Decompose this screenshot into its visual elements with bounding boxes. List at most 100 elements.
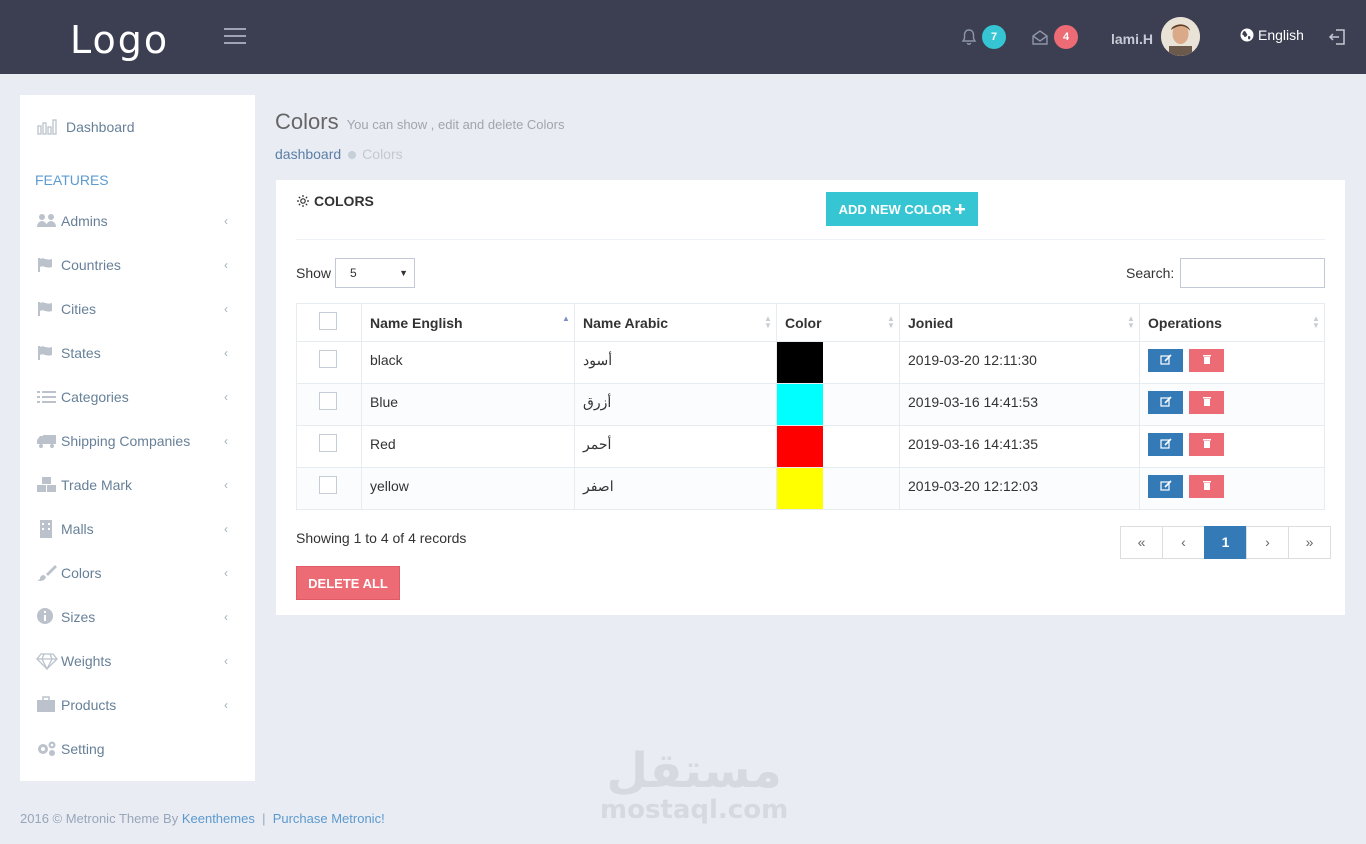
- color-swatch: [777, 342, 823, 383]
- logo[interactable]: Logo: [70, 18, 169, 62]
- edit-button[interactable]: [1148, 349, 1183, 372]
- cell-joined: 2019-03-20 12:11:30: [899, 341, 1140, 384]
- column-header-operations[interactable]: Operations ▲ ▼: [1139, 303, 1325, 342]
- cubes-icon: [37, 477, 56, 492]
- edit-button[interactable]: [1148, 433, 1183, 456]
- row-checkbox[interactable]: [319, 434, 337, 452]
- cell-color: [776, 425, 900, 468]
- first-page-button[interactable]: «: [1120, 526, 1163, 559]
- top-header: Logo 7 4 lami.H English: [0, 0, 1366, 74]
- sidebar-item-products[interactable]: Products ‹: [20, 685, 255, 725]
- sidebar-item-trade-mark[interactable]: Trade Mark ‹: [20, 465, 255, 505]
- users-icon: [37, 214, 56, 227]
- cell-color: [776, 341, 900, 384]
- sidebar-section-heading: FEATURES: [35, 172, 109, 188]
- last-page-button[interactable]: »: [1288, 526, 1331, 559]
- sidebar-item-label: Cities: [61, 301, 97, 317]
- column-header-name-arabic[interactable]: Name Arabic ▲ ▼: [574, 303, 777, 342]
- sidebar-item-dashboard[interactable]: Dashboard: [20, 107, 255, 147]
- avatar[interactable]: [1161, 17, 1200, 56]
- cell-joined: 2019-03-20 12:12:03: [899, 467, 1140, 510]
- sidebar-item-label: Malls: [61, 521, 94, 537]
- sort-icon: ▲ ▼: [764, 314, 772, 330]
- logout-icon[interactable]: [1327, 27, 1347, 47]
- search-label: Search:: [1126, 265, 1175, 281]
- user-name[interactable]: lami.H: [1111, 31, 1153, 47]
- sidebar-item-shipping-companies[interactable]: Shipping Companies ‹: [20, 421, 255, 461]
- row-checkbox[interactable]: [319, 392, 337, 410]
- chevron-left-icon: ‹: [224, 434, 228, 448]
- chevron-left-icon: ‹: [224, 302, 228, 316]
- footer-purchase-link[interactable]: Purchase Metronic!: [273, 811, 385, 826]
- watermark-latin: mostaql.com: [600, 795, 789, 825]
- sidebar-item-setting[interactable]: Setting: [20, 729, 255, 769]
- sidebar-item-admins[interactable]: Admins ‹: [20, 201, 255, 241]
- prev-page-button[interactable]: ‹: [1162, 526, 1205, 559]
- page-button-current[interactable]: 1: [1204, 526, 1247, 559]
- column-header-name-english[interactable]: Name English ▲: [361, 303, 575, 342]
- menu-toggle-icon[interactable]: [224, 28, 246, 44]
- chevron-left-icon: ‹: [224, 566, 228, 580]
- column-header-color[interactable]: Color ▲ ▼: [776, 303, 900, 342]
- sidebar-item-states[interactable]: States ‹: [20, 333, 255, 373]
- sidebar-item-label: Products: [61, 697, 117, 713]
- breadcrumb-current: Colors: [362, 146, 403, 162]
- sidebar-item-sizes[interactable]: Sizes ‹: [20, 597, 255, 637]
- bar-chart-icon: [37, 119, 57, 135]
- panel-divider: [296, 239, 1325, 240]
- footer-author-link[interactable]: Keenthemes: [182, 811, 255, 826]
- sidebar-item-label: Categories: [61, 389, 129, 405]
- delete-button[interactable]: [1189, 349, 1224, 372]
- add-new-color-button[interactable]: ADD NEW COLOR: [826, 192, 978, 226]
- colors-table: Name English ▲ Name Arabic ▲ ▼ Color ▲ ▼ Joni…: [296, 303, 1325, 510]
- column-header-joined[interactable]: Jonied ▲ ▼: [899, 303, 1140, 342]
- cell-name-english: yellow: [361, 467, 575, 510]
- pagination: « ‹ 1 › »: [1120, 526, 1331, 559]
- cell-color: [776, 467, 900, 510]
- select-all-checkbox[interactable]: [319, 312, 337, 330]
- page-size-select[interactable]: 5 ▼: [335, 258, 415, 288]
- cell-operations: [1139, 467, 1325, 510]
- cell-name-arabic: أحمر: [574, 425, 777, 468]
- delete-button[interactable]: [1189, 433, 1224, 456]
- row-checkbox[interactable]: [319, 350, 337, 368]
- show-label: Show: [296, 265, 332, 281]
- sidebar-item-colors[interactable]: Colors ‹: [20, 553, 255, 593]
- table-row: black أسود 2019-03-20 12:11:30: [296, 341, 1325, 384]
- sidebar-item-weights[interactable]: Weights ‹: [20, 641, 255, 681]
- sidebar-item-label: Setting: [61, 741, 105, 757]
- row-checkbox[interactable]: [319, 476, 337, 494]
- edit-icon: [1159, 396, 1172, 407]
- sidebar-item-label: Shipping Companies: [61, 433, 191, 449]
- caret-down-icon: ▼: [399, 268, 408, 278]
- sort-asc-icon: ▲: [562, 314, 570, 323]
- cell-operations: [1139, 383, 1325, 426]
- search-input[interactable]: [1180, 258, 1325, 288]
- next-page-button[interactable]: ›: [1246, 526, 1289, 559]
- list-icon: [37, 391, 56, 403]
- sidebar-item-countries[interactable]: Countries ‹: [20, 245, 255, 285]
- sidebar-item-label: Sizes: [61, 609, 96, 625]
- edit-button[interactable]: [1148, 391, 1183, 414]
- language-switcher[interactable]: English: [1240, 27, 1304, 43]
- footer-separator: |: [262, 811, 266, 826]
- footer-text: 2016 © Metronic Theme By: [20, 811, 179, 826]
- cell-joined: 2019-03-16 14:41:35: [899, 425, 1140, 468]
- sidebar-item-malls[interactable]: Malls ‹: [20, 509, 255, 549]
- select-all-cell: [296, 303, 362, 342]
- truck-icon: [37, 435, 56, 448]
- envelope-open-icon[interactable]: [1031, 28, 1049, 46]
- panel-title-text: COLORS: [314, 193, 374, 209]
- sidebar-item-cities[interactable]: Cities ‹: [20, 289, 255, 329]
- edit-button[interactable]: [1148, 475, 1183, 498]
- language-label: English: [1258, 27, 1304, 43]
- column-label: Name Arabic: [583, 314, 669, 331]
- building-icon: [40, 520, 52, 538]
- sidebar-item-label: Countries: [61, 257, 121, 273]
- delete-all-button[interactable]: DELETE ALL: [296, 566, 400, 600]
- bell-icon[interactable]: [960, 28, 978, 46]
- sidebar-item-categories[interactable]: Categories ‹: [20, 377, 255, 417]
- breadcrumb-link-dashboard[interactable]: dashboard: [275, 146, 341, 162]
- delete-button[interactable]: [1189, 475, 1224, 498]
- delete-button[interactable]: [1189, 391, 1224, 414]
